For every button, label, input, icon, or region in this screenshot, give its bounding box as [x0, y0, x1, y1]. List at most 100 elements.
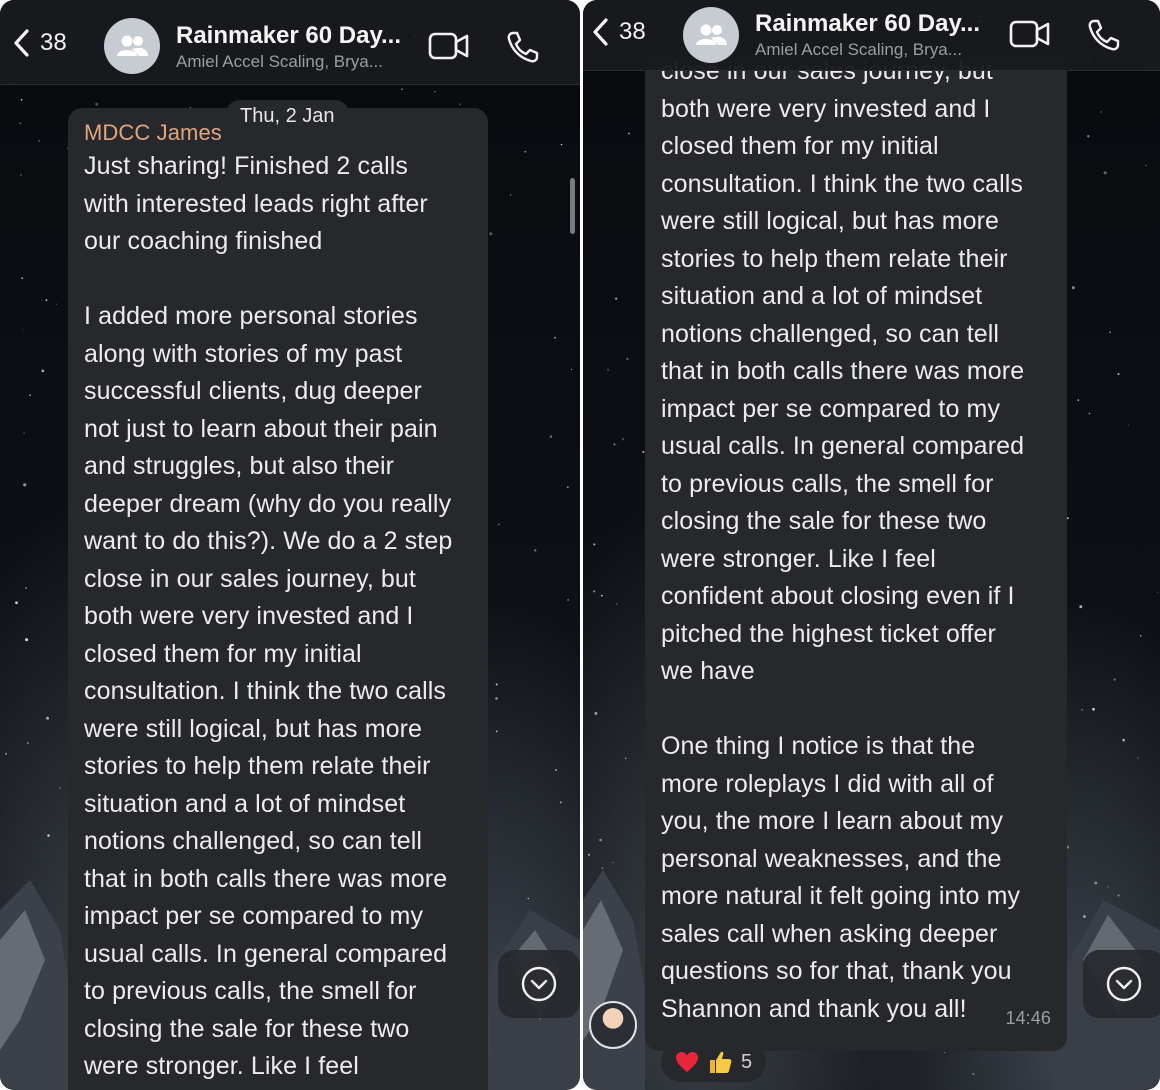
star — [495, 683, 498, 686]
back-button[interactable]: 38 — [12, 28, 67, 58]
star — [594, 711, 598, 715]
star — [434, 91, 436, 93]
star — [23, 432, 25, 435]
sender-avatar[interactable] — [589, 1001, 637, 1049]
star — [628, 132, 630, 135]
message-line: close in our sales journey, but — [84, 564, 416, 593]
back-button[interactable]: 38 — [591, 17, 646, 47]
star — [570, 368, 573, 371]
star — [38, 140, 41, 142]
star — [21, 1024, 24, 1027]
voice-call-button[interactable] — [1087, 18, 1121, 57]
chat-title-block[interactable]: Rainmaker 60 Day... Amiel Accel Scaling,… — [176, 22, 401, 72]
star — [554, 768, 557, 771]
star — [1076, 1038, 1078, 1040]
star — [1133, 1053, 1136, 1056]
star — [1109, 331, 1111, 334]
reaction-count: 5 — [741, 1050, 753, 1073]
star — [19, 122, 22, 125]
star — [1085, 1019, 1087, 1021]
star — [1102, 919, 1105, 921]
star — [23, 483, 27, 487]
group-avatar[interactable] — [104, 18, 160, 74]
message-bubble[interactable]: close in our sales journey, but both were… — [645, 54, 1067, 1051]
star — [593, 590, 596, 593]
message-line: impact per se compared to my — [84, 902, 424, 930]
star — [47, 834, 50, 837]
star — [560, 143, 563, 146]
star — [41, 299, 43, 302]
star — [972, 1073, 975, 1076]
message-line: not just to learn about their pain — [84, 414, 438, 443]
message-line: deeper dream (why do you really — [84, 489, 452, 518]
star — [489, 232, 493, 236]
chevron-down-circle-icon — [521, 966, 557, 1002]
message-line: we have — [661, 657, 755, 685]
message-line: successful clients, dug deeper — [84, 377, 422, 405]
message-line: notions challenged, so can tell — [661, 319, 1000, 348]
video-call-button[interactable] — [428, 31, 470, 66]
unread-count: 38 — [40, 29, 67, 56]
star — [1103, 171, 1107, 175]
star — [1156, 591, 1159, 593]
chevron-left-icon — [14, 29, 29, 57]
video-camera-icon — [428, 32, 469, 60]
star — [1113, 678, 1116, 681]
chat-header: 38 Rainmaker 60 Day... Amiel Accel Scali… — [0, 0, 580, 85]
star — [55, 303, 57, 305]
message-line: stories to help them relate their — [84, 752, 431, 780]
star — [549, 435, 553, 438]
scrollbar-thumb[interactable] — [570, 178, 575, 234]
star — [567, 598, 570, 601]
voice-call-button[interactable] — [506, 30, 540, 69]
star — [616, 603, 618, 605]
star — [944, 1051, 946, 1054]
star — [498, 523, 500, 526]
star — [626, 357, 629, 361]
star — [1066, 517, 1069, 520]
star — [587, 853, 590, 856]
star — [554, 336, 557, 339]
star — [1088, 412, 1091, 415]
message-line: pitched the highest ticket offer — [661, 619, 996, 648]
star — [527, 897, 529, 900]
message-line: notions challenged, so can tell — [84, 827, 423, 855]
message-bubble[interactable]: MDCC James Just sharing! Finished 2 call… — [68, 108, 488, 1090]
message-paragraph-1: close in our sales journey, but both were… — [661, 53, 1067, 691]
group-icon — [696, 24, 727, 45]
star — [1122, 738, 1125, 742]
star — [1127, 424, 1129, 426]
star — [613, 443, 616, 446]
chevron-left-icon — [593, 18, 608, 46]
chat-subtitle: Amiel Accel Scaling, Brya... — [176, 52, 383, 71]
star — [46, 716, 49, 720]
chat-title-block[interactable]: Rainmaker 60 Day... Amiel Accel Scaling,… — [755, 10, 980, 60]
chat-title: Rainmaker 60 Day... — [755, 10, 981, 37]
message-paragraph-2: I added more personal stories along with … — [84, 298, 488, 1086]
scroll-to-bottom-button[interactable] — [1083, 950, 1160, 1018]
message-line: you, the more I learn about my — [661, 807, 1004, 835]
phone-icon — [1088, 19, 1120, 51]
scroll-to-bottom-button[interactable] — [498, 950, 580, 1018]
star — [1068, 1033, 1071, 1036]
group-avatar[interactable] — [683, 7, 739, 63]
message-paragraph-2: One thing I notice is that the more rolep… — [661, 728, 1067, 1028]
group-icon — [117, 35, 148, 56]
message-line: sales call when asking deeper — [661, 919, 998, 948]
reactions-bar[interactable]: 5 — [661, 1042, 767, 1082]
star — [534, 549, 537, 552]
message-line: personal weaknesses, and the — [661, 844, 1002, 873]
message-line: were still logical, but has more — [84, 714, 423, 743]
message-line: and struggles, but also their — [84, 452, 395, 480]
chat-panel-left: 38 Rainmaker 60 Day... Amiel Accel Scali… — [0, 0, 580, 1090]
star — [20, 98, 23, 101]
thumbs-up-icon — [710, 1051, 732, 1073]
message-line: both were very invested and I — [661, 94, 991, 123]
video-call-button[interactable] — [1009, 19, 1051, 54]
star — [509, 194, 512, 196]
star — [1137, 757, 1139, 759]
star — [624, 757, 627, 760]
star — [1087, 135, 1090, 138]
star — [59, 787, 61, 789]
message-line: situation and a lot of mindset — [661, 282, 983, 310]
